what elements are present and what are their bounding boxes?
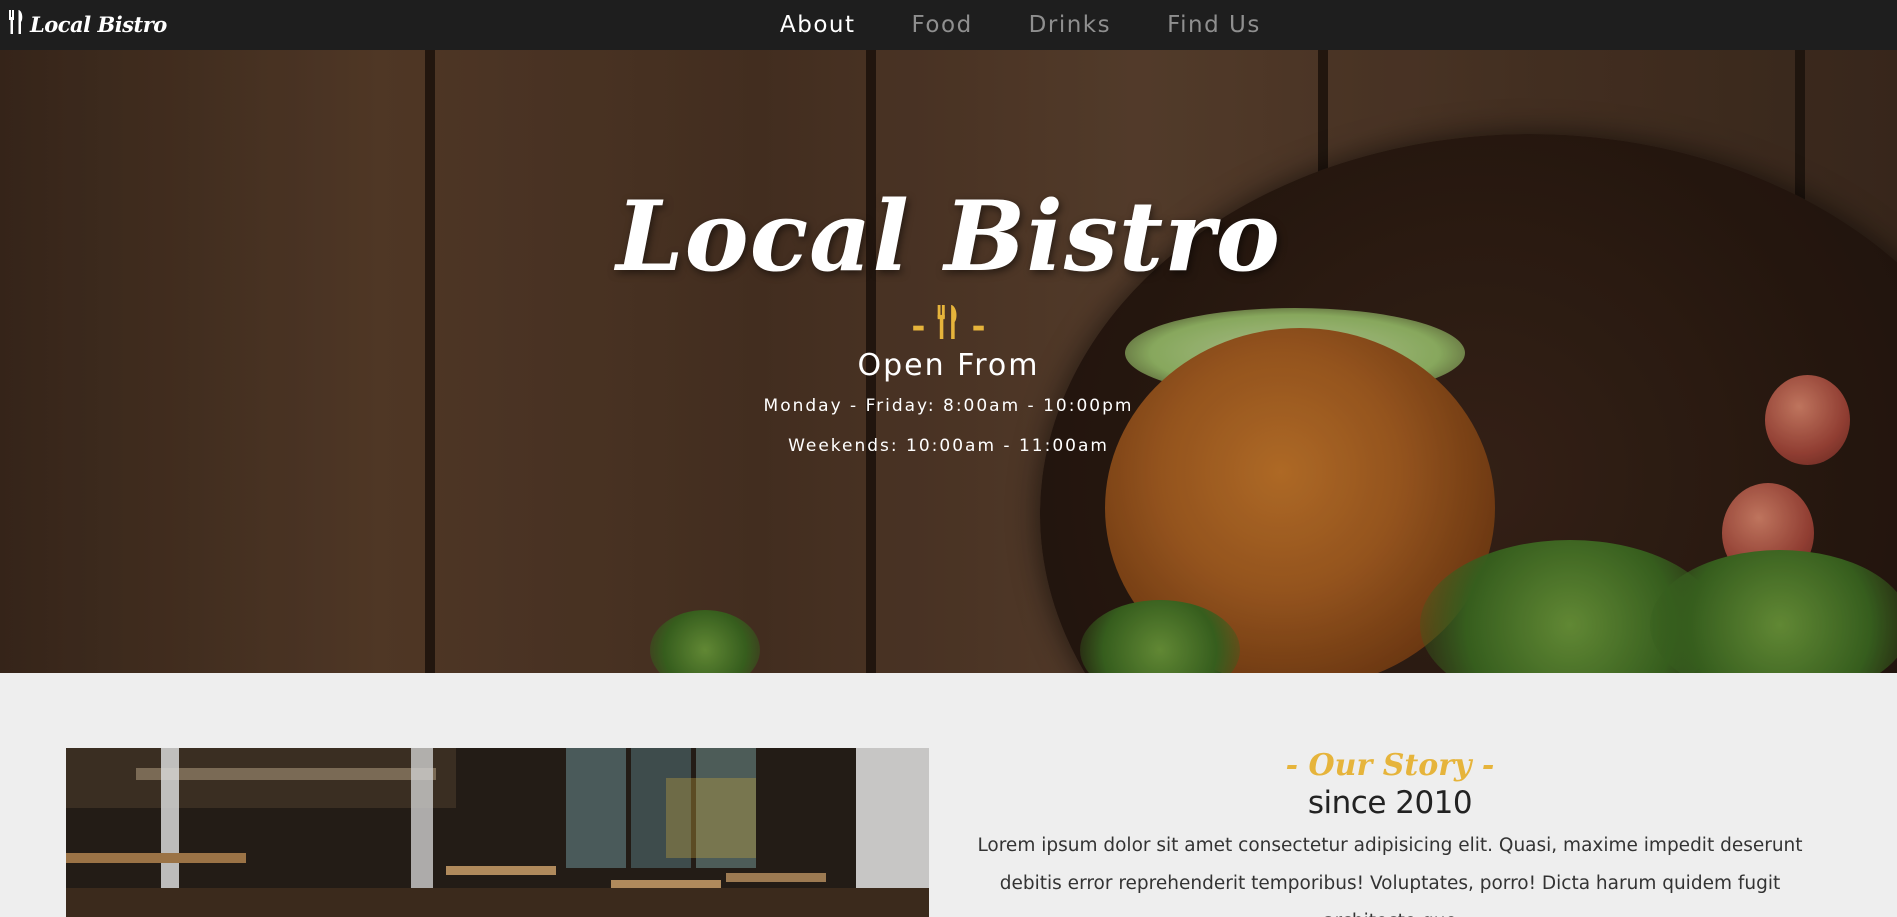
fork-knife-icon <box>934 305 964 348</box>
hours-weekdays: Monday - Friday: 8:00am - 10:00pm <box>763 396 1134 416</box>
hours-weekends: Weekends: 10:00am - 11:00am <box>788 436 1109 456</box>
divider-dash-right: - <box>971 306 986 347</box>
story-subheading: since 2010 <box>1307 785 1473 821</box>
brand-link[interactable]: Local Bistro <box>8 6 167 42</box>
hero-content: Local Bistro - - Open From Monday - Frid… <box>0 50 1897 673</box>
restaurant-interior-image <box>66 748 929 917</box>
nav-link-food[interactable]: Food <box>912 12 973 38</box>
brand-name: Local Bistro <box>30 11 167 37</box>
story-heading: - Our Story - <box>1285 748 1495 783</box>
story-body: Lorem ipsum dolor sit amet consectetur a… <box>977 835 1803 917</box>
hero-title: Local Bistro <box>616 180 1281 293</box>
hero-divider: - - <box>0 305 1897 348</box>
divider-dash-left: - <box>911 306 926 347</box>
nav-links: About Food Drinks Find Us <box>780 0 1317 50</box>
hero-subtitle: Open From <box>857 348 1040 383</box>
hero-section: Local Bistro - - Open From Monday - Frid… <box>0 50 1897 673</box>
nav-link-drinks[interactable]: Drinks <box>1029 12 1111 38</box>
fork-knife-icon <box>8 10 26 38</box>
nav-link-about[interactable]: About <box>780 12 856 38</box>
our-story-section: - Our Story - since 2010 Lorem ipsum dol… <box>960 740 1820 917</box>
navbar: Local Bistro About Food Drinks Find Us <box>0 0 1897 50</box>
nav-link-find-us[interactable]: Find Us <box>1167 12 1261 38</box>
